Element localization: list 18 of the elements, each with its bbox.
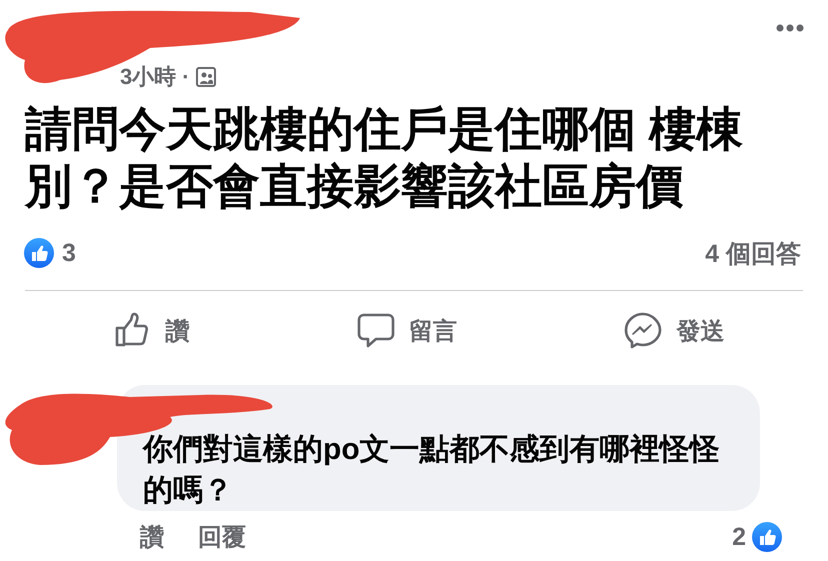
speech-bubble-icon bbox=[356, 312, 395, 350]
group-icon bbox=[196, 67, 216, 87]
more-icon[interactable] bbox=[776, 24, 804, 32]
reaction-count: 3 bbox=[62, 238, 76, 268]
comment-text: 你們對這樣的po文一點都不感到有哪裡怪怪的嗎？ bbox=[143, 432, 721, 509]
like-icon bbox=[24, 238, 54, 268]
answer-count[interactable]: 4 個回答 bbox=[705, 236, 801, 270]
like-button[interactable]: 讚 bbox=[110, 308, 194, 354]
like-link[interactable]: 讚 bbox=[140, 521, 164, 553]
reaction-count: 2 bbox=[732, 522, 746, 552]
messenger-icon bbox=[624, 312, 662, 350]
like-icon bbox=[752, 522, 782, 552]
post-text: 請問今天跳樓的住戶是住哪個 樓棟別？是否會直接影響該社區房價 bbox=[25, 101, 744, 214]
separator: · bbox=[182, 64, 190, 90]
reply-link[interactable]: 回覆 bbox=[198, 521, 246, 553]
send-button[interactable]: 發送 bbox=[620, 308, 728, 354]
post-time: 3小時 bbox=[120, 63, 176, 91]
comment-button[interactable]: 留言 bbox=[352, 308, 461, 354]
